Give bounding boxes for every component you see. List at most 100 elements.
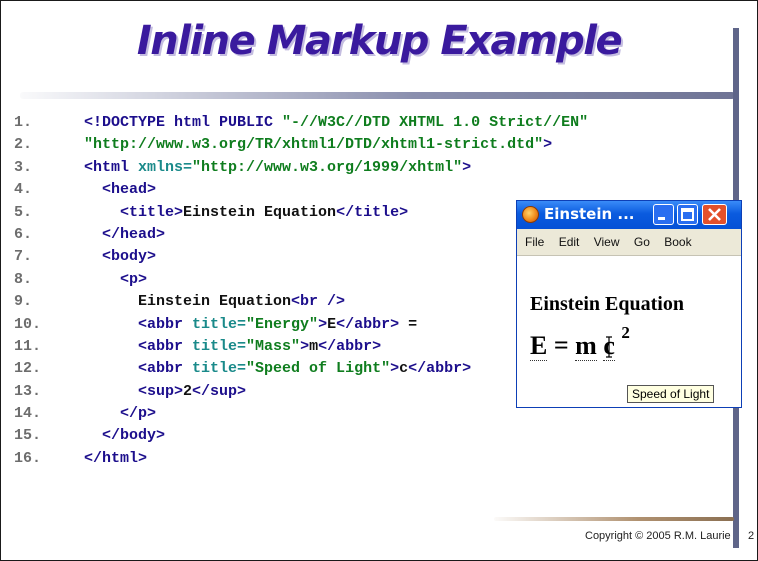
code-token: 2 (183, 382, 193, 400)
exponent: 2 (621, 323, 630, 342)
code-token: </abbr> (318, 337, 382, 355)
code-token: <p> (120, 270, 148, 288)
line-number: 6. (14, 225, 33, 243)
code-line: 15. </body> (14, 425, 588, 447)
abbr-energy[interactable]: E (530, 330, 548, 361)
code-token: m (309, 337, 319, 355)
menu-go[interactable]: Go (634, 229, 650, 255)
code-token: > (300, 337, 310, 355)
code-token: </abbr> (408, 360, 472, 378)
footer-divider (494, 517, 734, 521)
maximize-icon[interactable] (677, 204, 698, 225)
browser-window-title: Einstein ... (544, 205, 635, 223)
code-token: </head> (102, 225, 166, 243)
code-token: > (318, 315, 328, 333)
code-token: > (462, 158, 472, 176)
code-token: </abbr> (336, 315, 400, 333)
line-number: 1. (14, 114, 33, 131)
code-token: <body> (102, 248, 157, 266)
close-icon[interactable] (702, 204, 727, 225)
tooltip: Speed of Light (627, 385, 715, 403)
page-number: 2 (748, 530, 755, 542)
browser-window: Einstein ... File Edit View Go Book Eins… (516, 200, 742, 408)
line-number: 10. (14, 315, 42, 333)
slide-title: Inline Markup Example (136, 18, 623, 64)
line-number: 2. (14, 136, 33, 154)
code-token: c (399, 360, 409, 378)
code-token: </html> (84, 449, 148, 467)
menu-edit[interactable]: Edit (559, 229, 580, 255)
code-token: Einstein Equation (84, 293, 292, 311)
code-line: 3. <html xmlns="http://www.w3.org/1999/xh… (14, 157, 588, 179)
page-heading: Einstein Equation (530, 293, 684, 315)
browser-menubar: File Edit View Go Book (517, 229, 741, 256)
code-line: 16. </html> (14, 448, 588, 470)
code-token: <abbr (138, 337, 193, 355)
code-token: </sup> (192, 382, 247, 400)
code-token: title= (192, 337, 247, 355)
einstein-formula: E = m c 2 (530, 323, 630, 361)
code-token: "-//W3C//DTD XHTML 1.0 Strict//EN" (282, 114, 589, 131)
code-token: = (399, 315, 418, 333)
line-number: 14. (14, 405, 42, 423)
code-token: <abbr (138, 315, 193, 333)
code-token: </p> (120, 405, 157, 423)
code-line: 12. <abbr title="Speed of Light">c</abbr… (14, 358, 588, 380)
code-line: 4. <head> (14, 179, 588, 201)
code-line: 6. </head> (14, 224, 588, 246)
code-line: 10. <abbr title="Energy">E</abbr> = (14, 314, 588, 336)
code-line: 8. <p> (14, 269, 588, 291)
line-number: 4. (14, 181, 33, 199)
menu-view[interactable]: View (594, 229, 620, 255)
code-token: "http://www.w3.org/TR/xhtml1/DTD/xhtml1-… (84, 136, 544, 154)
code-token: <!DOCTYPE html PUBLIC (84, 114, 283, 131)
code-token: title= (192, 360, 247, 378)
line-number: 12. (14, 360, 42, 378)
line-number: 9. (14, 293, 33, 311)
code-line: 14. </p> (14, 403, 588, 425)
code-token: </title> (336, 203, 409, 221)
line-number: 3. (14, 158, 33, 176)
code-token: E (327, 315, 337, 333)
browser-titlebar[interactable]: Einstein ... (517, 201, 741, 229)
code-token: <html (84, 158, 139, 176)
equals-sign: = (553, 330, 569, 360)
code-line: 9. Einstein Equation<br /> (14, 291, 588, 313)
abbr-mass[interactable]: m (575, 330, 597, 361)
code-token: > (390, 360, 400, 378)
code-token: <head> (102, 181, 157, 199)
line-number: 15. (14, 427, 42, 445)
code-line: 7. <body> (14, 246, 588, 268)
code-token: Einstein Equation (183, 203, 337, 221)
line-number: 8. (14, 270, 33, 288)
code-token: </body> (102, 427, 166, 445)
code-line: 1. <!DOCTYPE html PUBLIC "-//W3C//DTD XHT… (14, 112, 588, 134)
line-number: 5. (14, 203, 33, 221)
code-token: "http://www.w3.org/1999/xhtml" (192, 158, 463, 176)
code-token: "Mass" (246, 337, 301, 355)
code-token: <sup> (138, 382, 184, 400)
menu-bookmarks[interactable]: Book (664, 229, 691, 255)
line-number: 13. (14, 382, 42, 400)
code-line: 13. <sup>2</sup> (14, 381, 588, 403)
code-token: <abbr (138, 360, 193, 378)
firefox-icon (522, 206, 539, 223)
code-token: xmlns= (138, 158, 193, 176)
minimize-icon[interactable] (653, 204, 674, 225)
code-token: > (543, 136, 553, 154)
code-token: "Speed of Light" (246, 360, 391, 378)
menu-file[interactable]: File (525, 229, 544, 255)
line-number: 11. (14, 337, 42, 355)
code-token: "Energy" (246, 315, 319, 333)
